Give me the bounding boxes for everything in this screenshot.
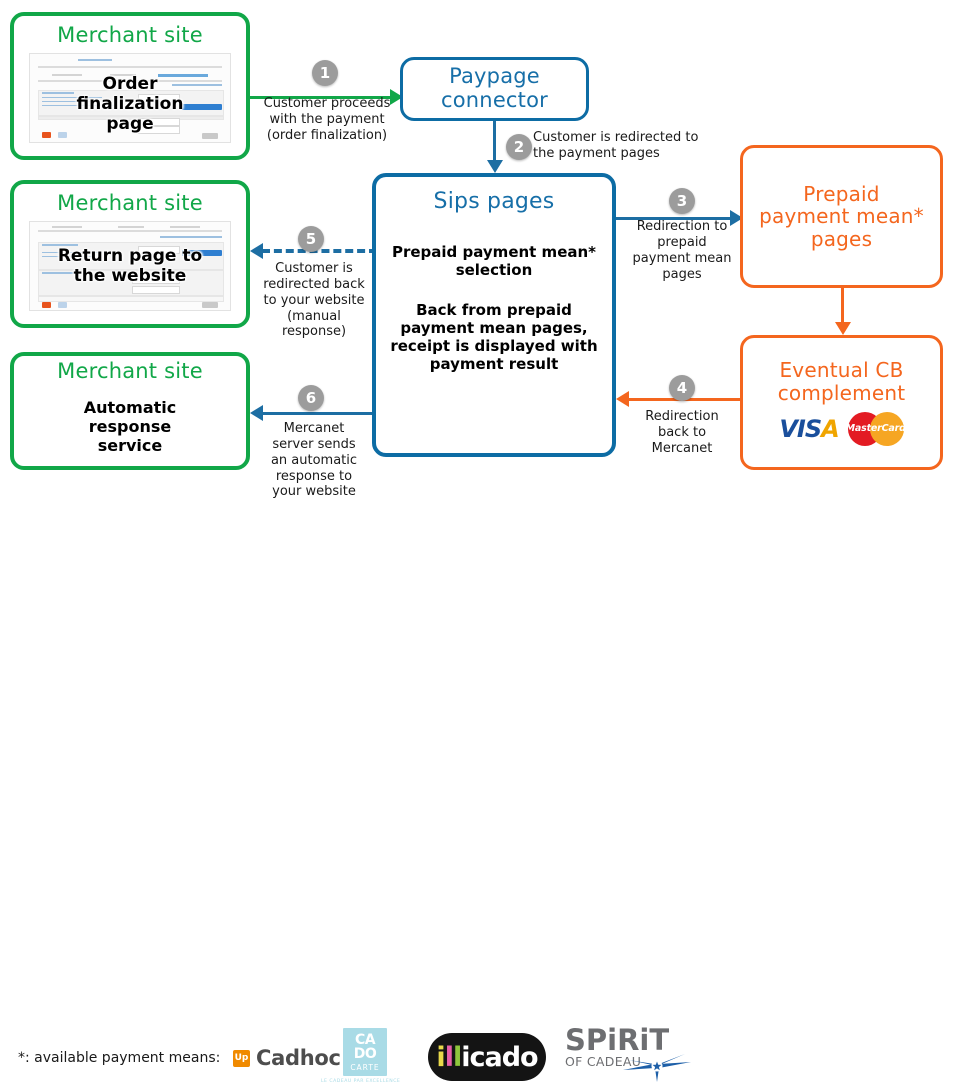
flow-line-5 [262, 249, 377, 253]
node-title: Merchant site [57, 191, 203, 215]
return-page-label: Return page to the website [57, 245, 203, 286]
step-badge-6: 6 [298, 385, 324, 411]
node-sips-pages[interactable]: Sips pages Prepaid payment mean* selectio… [372, 173, 616, 457]
step-badge-4: 4 [669, 375, 695, 401]
diagram-canvas: Merchant site Order finalization page Pa… [0, 0, 959, 1084]
step-badge-5: 5 [298, 226, 324, 252]
cadhoc-word: Cadhoc [256, 1046, 341, 1070]
illicado-l1: l [444, 1041, 454, 1073]
illicado-logo: illicado [428, 1033, 546, 1081]
illicado-rest: icado [461, 1041, 538, 1073]
node-merchant-automatic-response[interactable]: Merchant site Automatic response service [10, 352, 250, 470]
node-merchant-return-page[interactable]: Merchant site Return page to the website [10, 180, 250, 328]
node-paypage-connector[interactable]: Paypage connector [400, 57, 589, 121]
star-icon [623, 1054, 691, 1082]
step-badge-1: 1 [312, 60, 338, 86]
step-caption-3: Redirection to prepaid payment mean pages [632, 219, 732, 282]
node-merchant-order-finalization[interactable]: Merchant site Order finalization page [10, 12, 250, 160]
node-prepaid-payment-mean-pages[interactable]: Prepaid payment mean* pages [740, 145, 943, 288]
illicado-i: i [436, 1041, 445, 1073]
flow-arrow-prepaid-to-cb [835, 322, 851, 335]
mastercard-icon: MasterCard [846, 411, 906, 446]
step-caption-1: Customer proceeds with the payment (order … [263, 96, 391, 143]
order-page-label: Order finalization page [76, 73, 184, 134]
node-title: Eventual CB complement [777, 358, 906, 405]
footer-label: *: available payment means: [18, 1050, 221, 1066]
step-caption-4: Redirection back to Mercanet [645, 409, 719, 456]
card-logos: VISA MasterCard [779, 411, 906, 446]
visa-icon: VISA [779, 414, 839, 443]
cado-line1: CA [354, 1032, 376, 1048]
node-title: Sips pages [433, 189, 555, 214]
automatic-response-label: Automatic response service [83, 397, 177, 456]
spirit-of-cadeau-logo: SPiRiT OF CADEAU [565, 1026, 691, 1083]
node-title: Merchant site [57, 359, 203, 384]
sips-body-2: Back from prepaid payment mean pages, rece… [390, 300, 598, 373]
cadhoc-logo: Up Cadhoc [233, 1046, 341, 1070]
illicado-l2: l [452, 1041, 462, 1073]
flow-arrow-5 [250, 243, 263, 259]
up-badge-icon: Up [233, 1049, 250, 1067]
step-caption-5: Customer is redirected back to your websit… [263, 261, 365, 340]
node-title: Prepaid payment mean* pages [759, 181, 924, 251]
step-badge-3: 3 [669, 188, 695, 214]
step-badge-2: 2 [506, 134, 532, 160]
node-eventual-cb-complement[interactable]: Eventual CB complement VISA MasterCard [740, 335, 943, 470]
cado-line2: DO [353, 1046, 377, 1062]
flow-arrow-2 [487, 160, 503, 173]
step-caption-6: Mercanet server sends an automatic response… [270, 421, 358, 500]
flow-arrow-4 [616, 391, 629, 407]
return-page-thumbnail: Return page to the website [29, 220, 231, 311]
node-title: Merchant site [57, 23, 203, 47]
node-title: Paypage connector [441, 64, 548, 112]
cado-carte-logo: CA DO CARTE LE CADEAU PAR EXCELLENCE [321, 1028, 400, 1084]
cado-tagline: LE CADEAU PAR EXCELLENCE [321, 1079, 401, 1084]
illicado-word: illicado [436, 1041, 538, 1073]
flow-arrow-6 [250, 405, 263, 421]
order-page-thumbnail: Order finalization page [29, 52, 231, 143]
cado-line3: CARTE [350, 1063, 380, 1072]
sips-body-1: Prepaid payment mean* selection [391, 242, 597, 279]
footer: *: available payment means: Up Cadhoc CA… [0, 505, 959, 1084]
flow-line-6 [262, 412, 376, 415]
step-caption-2: Customer is redirected to the payment pag… [533, 130, 699, 161]
